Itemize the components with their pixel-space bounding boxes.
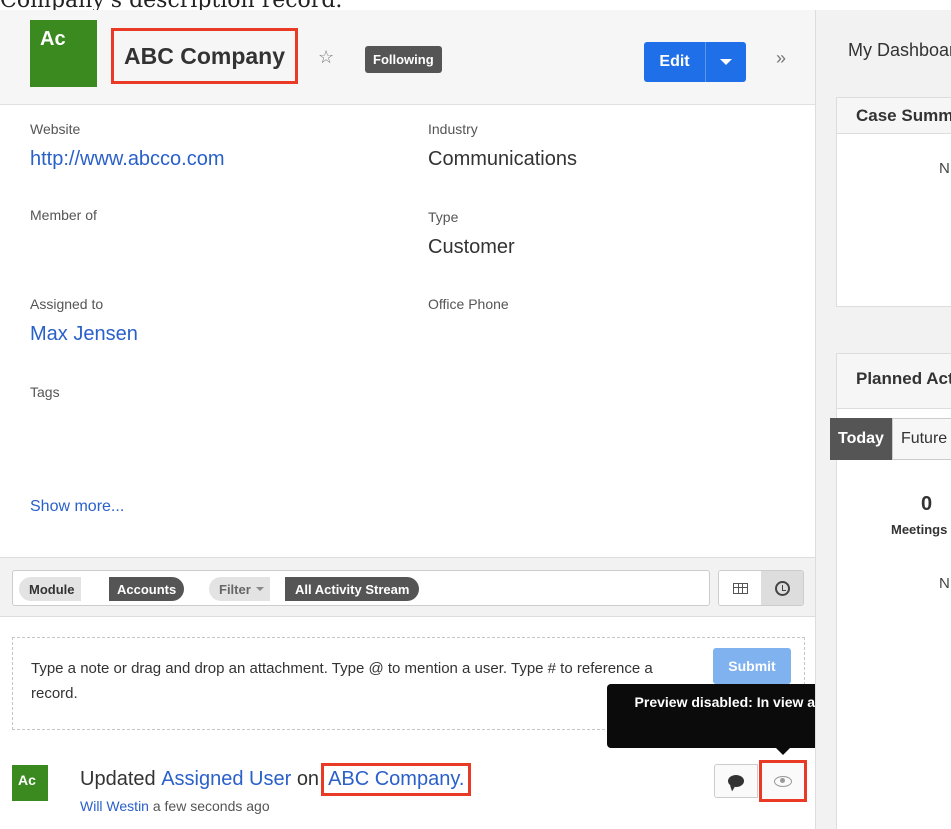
- submit-button[interactable]: Submit: [713, 648, 791, 684]
- activity-time: a few seconds ago: [152, 798, 270, 814]
- activity-meta: Will Westin a few seconds ago: [80, 798, 270, 814]
- member-of-label: Member of: [30, 207, 97, 223]
- filter-box[interactable]: Module Accounts Filter All Activity Stre…: [12, 570, 710, 606]
- comment-button[interactable]: [714, 764, 758, 798]
- record-link-text: ABC Company: [328, 768, 459, 790]
- activity-middle: on: [296, 768, 320, 790]
- record-name: ABC Company: [111, 28, 299, 84]
- activity-suffix: .: [458, 768, 465, 790]
- tab-today[interactable]: Today: [830, 418, 892, 460]
- table-icon: [732, 582, 748, 594]
- case-summary-text: N: [939, 160, 950, 177]
- module-pill-label: Module: [19, 577, 81, 601]
- following-button[interactable]: Following: [365, 46, 442, 73]
- assigned-user-link[interactable]: Max Jensen: [30, 323, 138, 346]
- industry-value: Communications: [428, 148, 577, 170]
- clock-icon: [774, 580, 790, 596]
- record-name-text: ABC Company: [124, 42, 286, 69]
- assigned-to-label: Assigned to: [30, 296, 104, 312]
- caret-down-icon: [720, 59, 732, 65]
- type-label: Type: [428, 209, 459, 225]
- meetings-label[interactable]: Meetings: [891, 522, 947, 537]
- planned-activities-title: Planned Activities: [837, 354, 951, 409]
- view-toggle-group: [718, 570, 804, 606]
- activity-filter-bar: Module Accounts Filter All Activity Stre…: [0, 557, 815, 617]
- activity-avatar: Ac: [12, 765, 48, 801]
- tooltip-arrow: [775, 747, 791, 755]
- meetings-count: 0: [921, 493, 933, 515]
- filter-value-pill[interactable]: All Activity Stream: [285, 577, 420, 601]
- dashboard-pane: My Dashboard Case Summary N Planned Acti…: [815, 10, 951, 829]
- filter-dropdown[interactable]: Filter: [209, 577, 270, 601]
- eye-icon: [774, 775, 792, 787]
- record-link[interactable]: ABC Company.: [321, 763, 472, 796]
- case-summary-dashlet: Case Summary: [836, 97, 951, 307]
- type-value: Customer: [428, 236, 515, 258]
- website-label: Website: [30, 121, 81, 137]
- show-more-link[interactable]: Show more...: [30, 498, 124, 516]
- composer-placeholder: Type a note or drag and drop an attachme…: [31, 660, 653, 702]
- module-pill-value[interactable]: Accounts: [109, 577, 185, 601]
- author-link[interactable]: Will Westin: [80, 798, 149, 814]
- website-link[interactable]: http://www.abcco.com: [30, 148, 225, 171]
- edit-dropdown-toggle[interactable]: [706, 59, 746, 65]
- case-summary-title: Case Summary: [837, 98, 951, 134]
- activity-stream-view-button[interactable]: [761, 571, 803, 605]
- caret-down-icon: [255, 587, 264, 591]
- dashboard-title[interactable]: My Dashboard: [848, 40, 951, 61]
- caption-fragment: Company's description record.: [0, 0, 343, 13]
- edit-button[interactable]: Edit: [644, 42, 706, 82]
- tab-future[interactable]: Future: [891, 418, 951, 460]
- record-avatar: Ac: [30, 20, 97, 87]
- table-view-button[interactable]: [719, 571, 761, 605]
- tags-label: Tags: [30, 384, 60, 400]
- favorite-star-icon[interactable]: ☆: [318, 47, 334, 68]
- double-chevron-right-icon[interactable]: »: [776, 48, 786, 69]
- activity-summary: Updated Assigned User on ABC Company.: [80, 763, 472, 796]
- office-phone-label: Office Phone: [428, 296, 509, 312]
- comment-bubble-icon: [728, 775, 744, 787]
- planned-tabs: Today Future: [830, 418, 951, 460]
- planned-text: N: [939, 575, 950, 592]
- preview-button[interactable]: [759, 760, 807, 802]
- industry-label: Industry: [428, 121, 478, 137]
- edit-button-group[interactable]: Edit: [644, 42, 746, 82]
- filter-label: Filter: [219, 581, 251, 597]
- activity-prefix: Updated: [80, 768, 156, 790]
- record-header: Ac ABC Company ☆ Following Edit »: [0, 10, 815, 105]
- assigned-user-field-link[interactable]: Assigned User: [161, 768, 291, 791]
